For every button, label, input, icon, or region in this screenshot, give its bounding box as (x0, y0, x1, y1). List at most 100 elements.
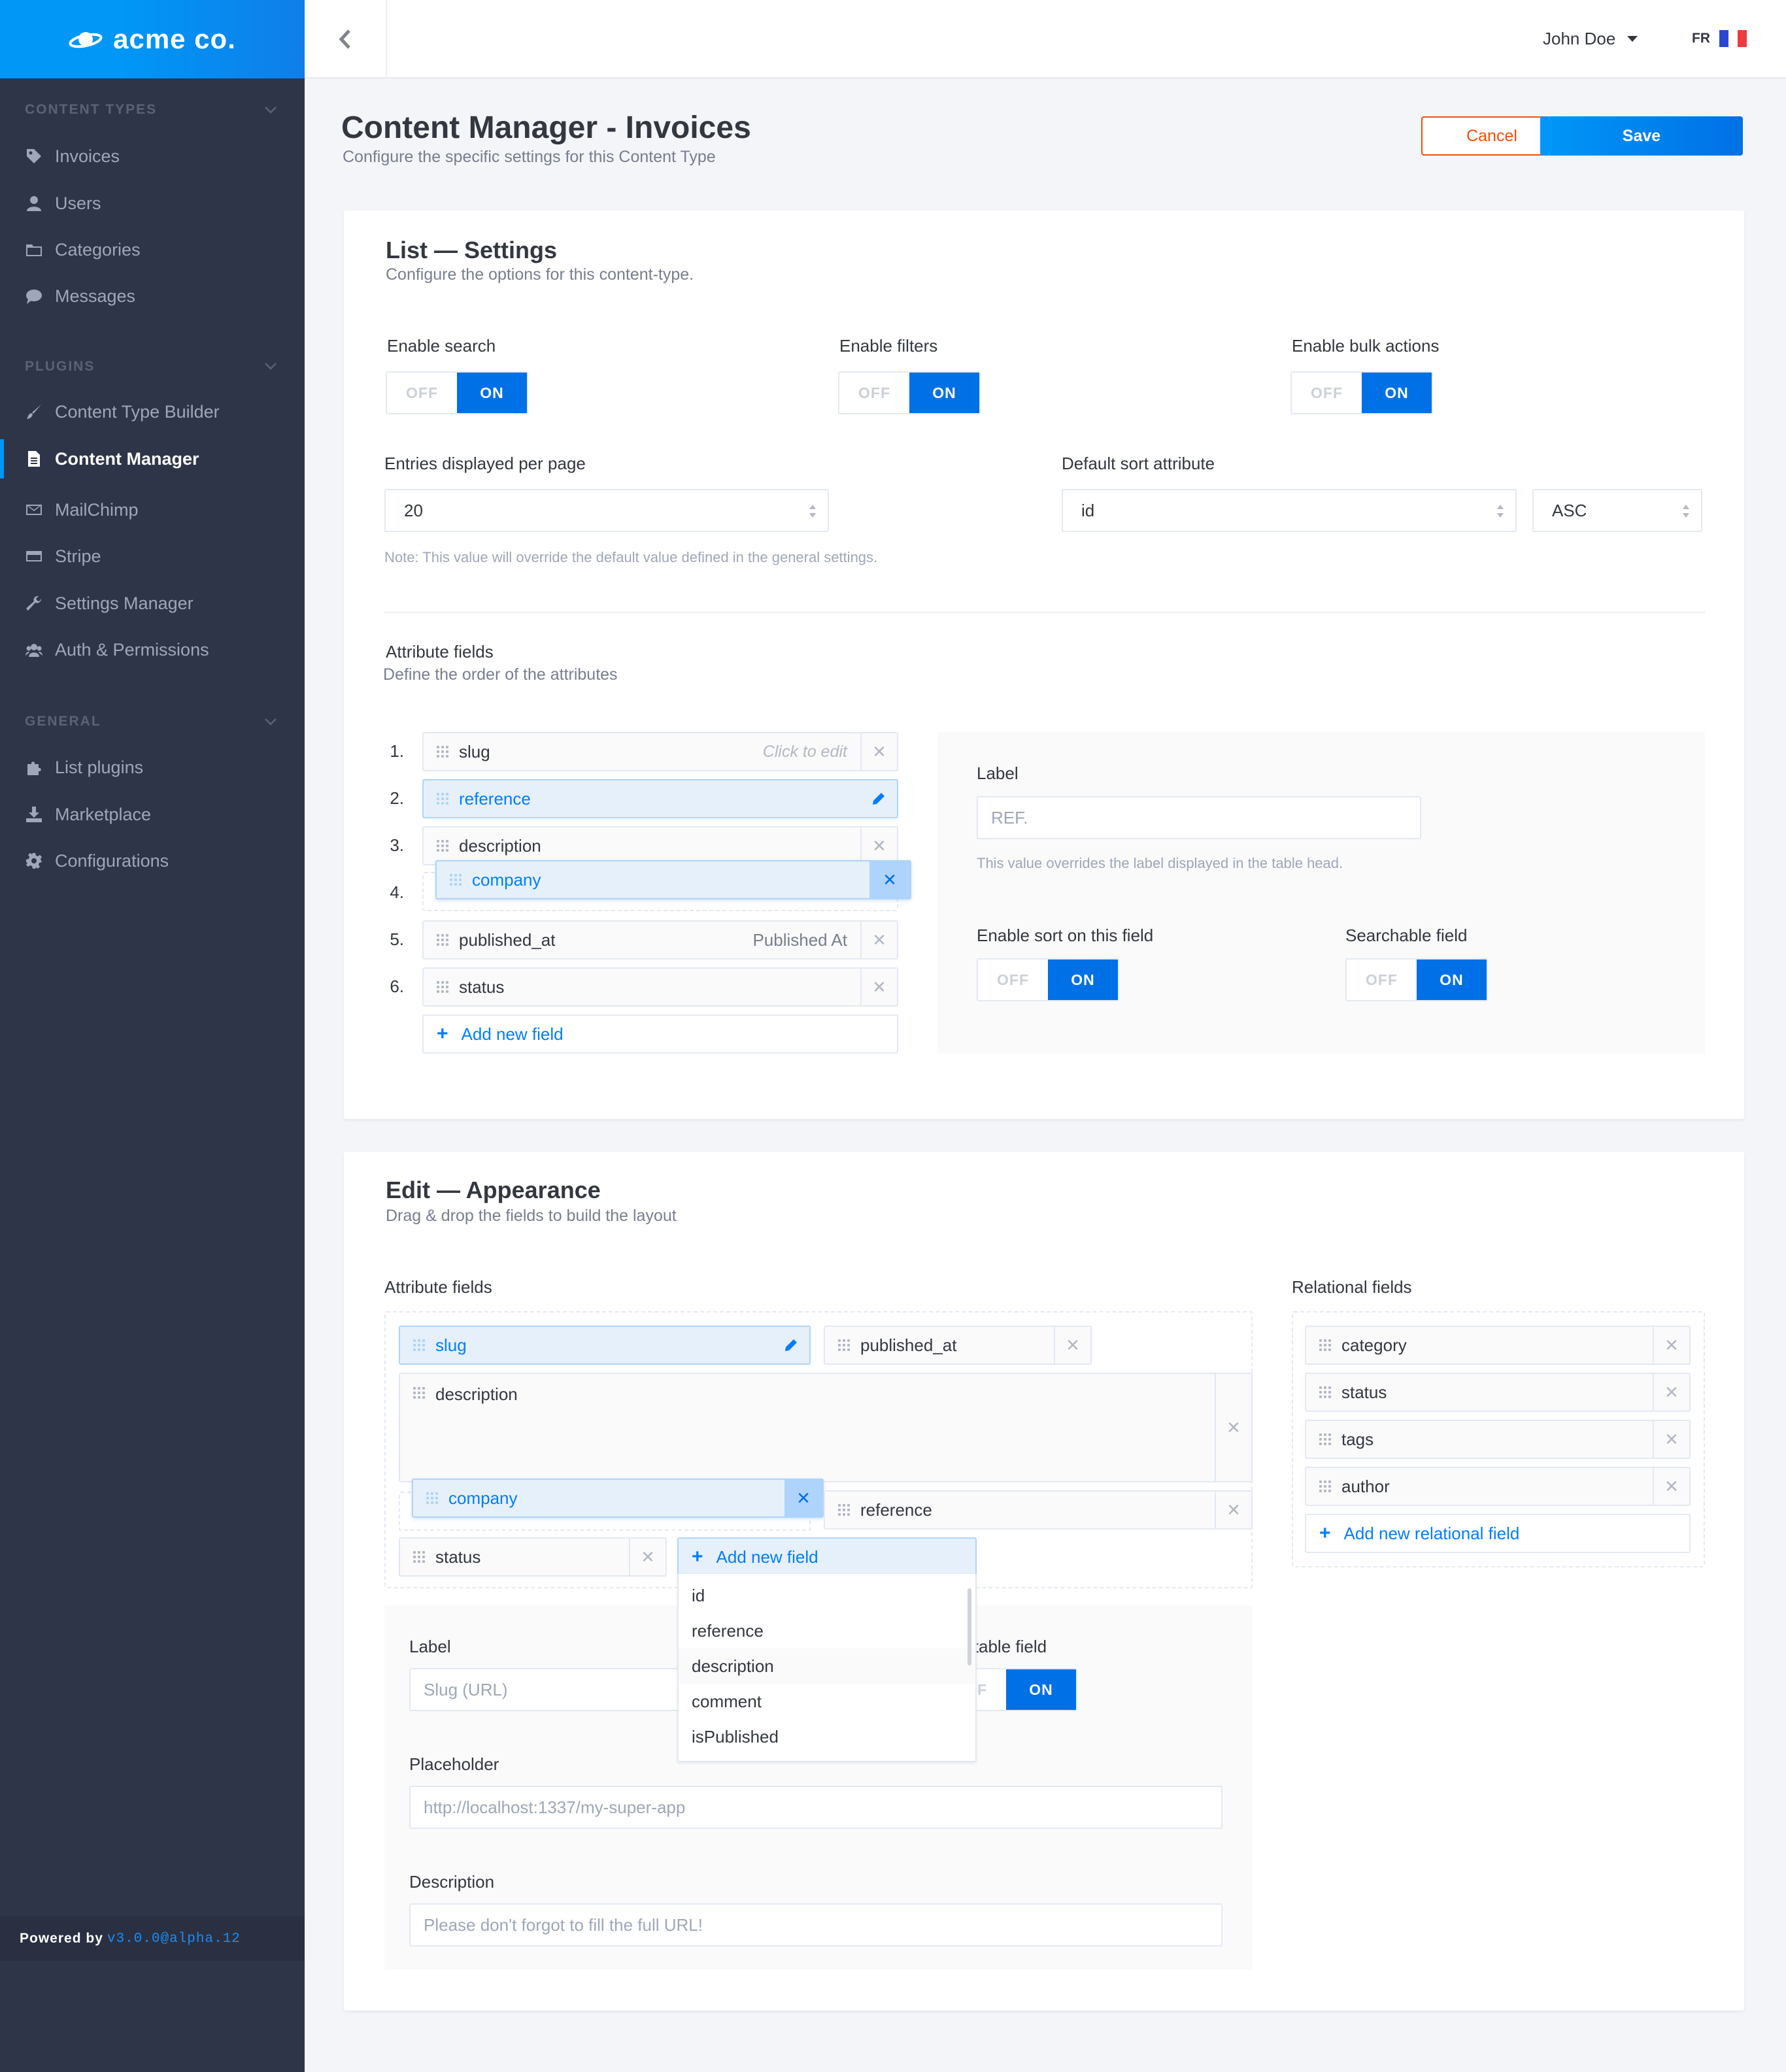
pencil-icon[interactable] (860, 792, 897, 806)
edit-field-company-dragging[interactable]: company ✕ (412, 1479, 824, 1518)
close-icon[interactable]: ✕ (860, 969, 897, 1005)
edit-field-status[interactable]: status ✕ (399, 1537, 667, 1577)
placeholder-input[interactable]: http://localhost:1337/my-super-app (409, 1786, 1222, 1829)
close-icon[interactable]: ✕ (784, 1480, 822, 1516)
relation-field-author[interactable]: author ✕ (1305, 1467, 1691, 1506)
enable-sort-toggle[interactable]: OFF ON (977, 958, 1119, 1001)
close-icon[interactable]: ✕ (1215, 1492, 1251, 1528)
drag-handle-icon[interactable] (1319, 1386, 1331, 1398)
close-icon[interactable]: ✕ (860, 922, 897, 958)
toggle-off[interactable]: OFF (978, 960, 1048, 1000)
dropdown-option-reference[interactable]: reference (679, 1613, 975, 1648)
sidebar-item-settings-manager[interactable]: Settings Manager (0, 584, 305, 623)
back-button[interactable] (305, 0, 387, 78)
dropdown-option-id[interactable]: id (679, 1578, 975, 1613)
sidebar-item-list-plugins[interactable]: List plugins (0, 748, 305, 787)
toggle-on[interactable]: ON (1006, 1669, 1076, 1710)
chevron-down-icon[interactable] (264, 103, 277, 116)
dropdown-scrollbar[interactable] (968, 1588, 971, 1665)
close-icon[interactable]: ✕ (1653, 1468, 1689, 1505)
list-field-slug[interactable]: slug Click to edit ✕ (422, 732, 898, 771)
sidebar-item-users[interactable]: Users (0, 184, 305, 223)
add-new-relational-field-button[interactable]: + Add new relational field (1305, 1514, 1691, 1553)
drag-handle-icon[interactable] (413, 1339, 425, 1351)
drag-handle-icon[interactable] (1319, 1339, 1331, 1351)
relation-field-status[interactable]: status ✕ (1305, 1373, 1691, 1412)
drag-handle-icon[interactable] (413, 1387, 425, 1399)
close-icon[interactable]: ✕ (1653, 1327, 1689, 1363)
close-icon[interactable]: ✕ (1653, 1374, 1689, 1411)
sort-order-select[interactable]: ASC (1532, 489, 1702, 532)
enable-filters-toggle[interactable]: OFF ON (838, 371, 981, 414)
close-icon[interactable]: ✕ (1215, 1374, 1251, 1481)
edit-field-slug[interactable]: slug (399, 1326, 811, 1365)
toggle-off[interactable]: OFF (1292, 373, 1362, 413)
drag-handle-icon[interactable] (437, 934, 448, 946)
user-menu[interactable]: John Doe (1543, 29, 1638, 49)
list-field-status[interactable]: status ✕ (422, 967, 898, 1007)
toggle-on[interactable]: ON (1417, 960, 1487, 1000)
description-input[interactable]: Please don't forgot to fill the full URL… (409, 1903, 1222, 1947)
entries-per-page-select[interactable]: 20 (384, 489, 829, 532)
enable-search-toggle[interactable]: OFF ON (386, 371, 528, 414)
sidebar-item-content-type-builder[interactable]: Content Type Builder (0, 392, 305, 431)
sidebar-item-invoices[interactable]: Invoices (0, 137, 305, 176)
chevron-down-icon[interactable] (264, 359, 277, 373)
save-button[interactable]: Save (1540, 116, 1743, 156)
drag-handle-icon[interactable] (426, 1492, 438, 1504)
toggle-on[interactable]: ON (457, 373, 527, 413)
sidebar-item-configurations[interactable]: Configurations (0, 841, 305, 880)
toggle-off[interactable]: OFF (1347, 960, 1417, 1000)
edit-field-published-at[interactable]: published_at ✕ (824, 1326, 1092, 1365)
close-icon[interactable]: ✕ (629, 1539, 666, 1575)
toggle-off[interactable]: OFF (387, 373, 457, 413)
label-input[interactable]: REF. (977, 796, 1421, 839)
drag-handle-icon[interactable] (1319, 1480, 1331, 1492)
dropdown-option-ispublished[interactable]: isPublished (679, 1719, 975, 1754)
drag-handle-icon[interactable] (450, 874, 462, 886)
dropdown-option-description[interactable]: description (679, 1648, 975, 1684)
sidebar-item-stripe[interactable]: Stripe (0, 537, 305, 576)
close-icon[interactable]: ✕ (1054, 1327, 1090, 1363)
close-icon[interactable]: ✕ (860, 827, 897, 864)
close-icon[interactable]: ✕ (869, 861, 910, 898)
drag-handle-icon[interactable] (437, 840, 448, 852)
sidebar-item-content-manager[interactable]: Content Manager (0, 439, 305, 478)
toggle-on[interactable]: ON (909, 373, 979, 413)
brand[interactable]: acme co. (0, 0, 305, 78)
toggle-on[interactable]: ON (1362, 373, 1432, 413)
edit-field-description[interactable]: description ✕ (399, 1373, 1253, 1482)
list-field-reference[interactable]: reference (422, 779, 898, 818)
enable-bulk-actions-toggle[interactable]: OFF ON (1290, 371, 1433, 414)
close-icon[interactable]: ✕ (1653, 1421, 1689, 1458)
drag-handle-icon[interactable] (838, 1504, 850, 1516)
drag-handle-icon[interactable] (1319, 1433, 1331, 1445)
close-icon[interactable]: ✕ (860, 733, 897, 770)
drag-handle-icon[interactable] (437, 793, 448, 805)
list-field-description[interactable]: description ✕ (422, 826, 898, 865)
add-new-field-button[interactable]: + Add new field (422, 1014, 898, 1054)
relation-field-tags[interactable]: tags ✕ (1305, 1420, 1691, 1459)
toggle-on[interactable]: ON (1048, 960, 1118, 1000)
dropdown-option-comment[interactable]: comment (679, 1684, 975, 1719)
drag-handle-icon[interactable] (437, 746, 448, 758)
chevron-down-icon[interactable] (264, 715, 277, 728)
sidebar-item-messages[interactable]: Messages (0, 276, 305, 316)
relation-field-category[interactable]: category ✕ (1305, 1326, 1691, 1365)
toggle-off[interactable]: OFF (839, 373, 909, 413)
drag-handle-icon[interactable] (437, 981, 448, 993)
default-sort-select[interactable]: id (1062, 489, 1517, 532)
sidebar-item-marketplace[interactable]: Marketplace (0, 795, 305, 834)
language-selector[interactable]: FR (1692, 30, 1747, 47)
sidebar-item-auth-permissions[interactable]: Auth & Permissions (0, 630, 305, 669)
list-field-published-at[interactable]: published_at Published At ✕ (422, 920, 898, 960)
sidebar-item-mailchimp[interactable]: MailChimp (0, 490, 305, 529)
version-link[interactable]: v3.0.0@alpha.12 (107, 1931, 241, 1947)
pencil-icon[interactable] (773, 1338, 809, 1352)
sidebar-item-categories[interactable]: Categories (0, 230, 305, 269)
searchable-field-toggle[interactable]: OFF ON (1345, 958, 1488, 1001)
add-new-field-button[interactable]: + Add new field (677, 1537, 977, 1577)
drag-handle-icon[interactable] (413, 1551, 425, 1563)
list-field-company-dragging[interactable]: company ✕ (435, 860, 911, 899)
edit-field-reference[interactable]: reference ✕ (824, 1490, 1253, 1529)
